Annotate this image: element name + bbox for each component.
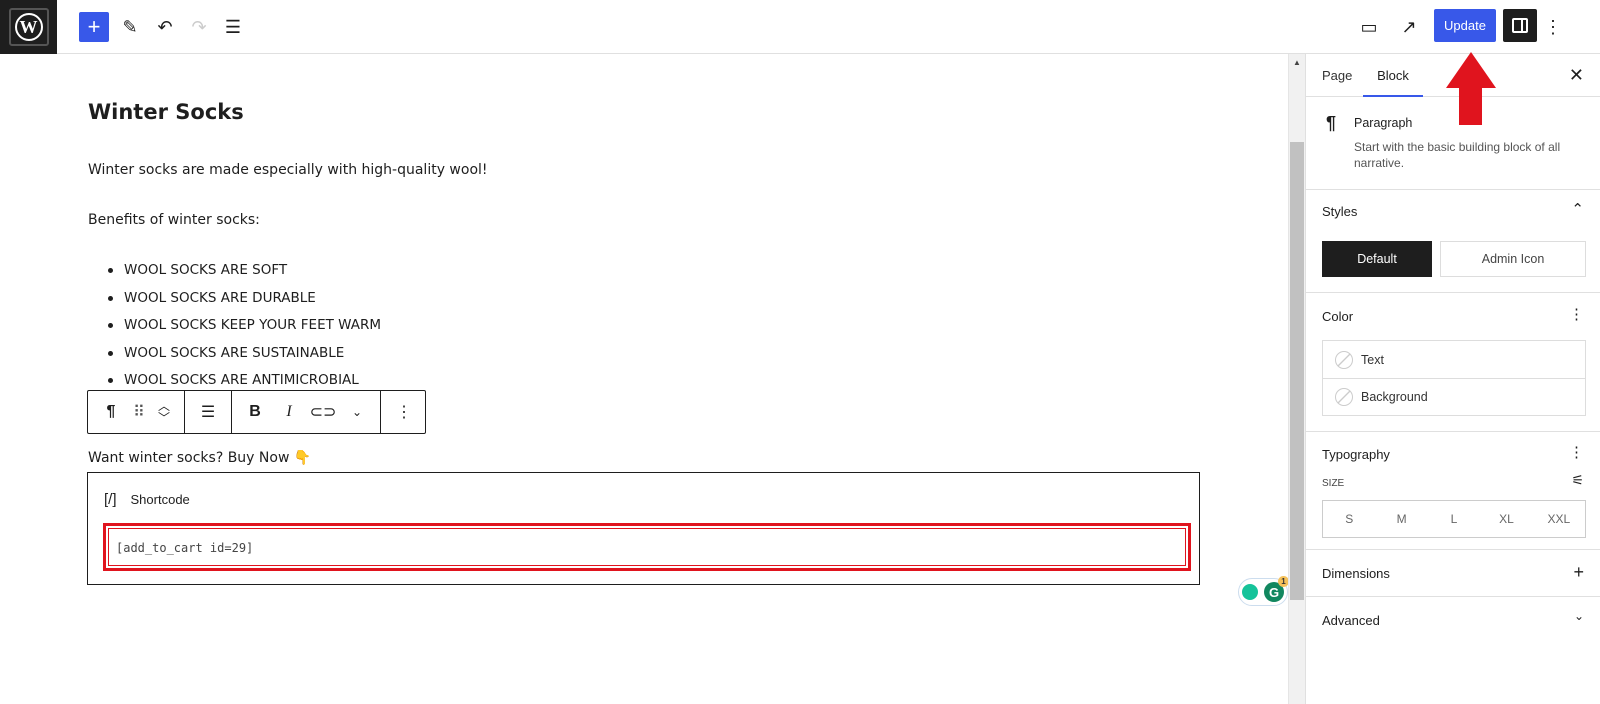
- align-left-icon[interactable]: ☰: [191, 402, 225, 422]
- color-background-item[interactable]: Background: [1323, 378, 1585, 415]
- grammarly-widget[interactable]: G1: [1238, 576, 1289, 606]
- shortcode-input[interactable]: [add_to_cart id=29]: [103, 523, 1191, 571]
- paragraph-icon: ¶: [1326, 113, 1337, 133]
- style-default-button[interactable]: Default: [1322, 241, 1432, 277]
- shortcode-block[interactable]: [/] Shortcode [add_to_cart id=29]: [87, 472, 1200, 585]
- pencil-icon: ✎: [122, 16, 138, 37]
- view-page-button[interactable]: ↗: [1396, 12, 1422, 42]
- link-icon[interactable]: ⊂⊃: [306, 402, 340, 422]
- font-size-picker: S M L XL XXL: [1322, 500, 1586, 538]
- preview-button[interactable]: ▭: [1356, 12, 1382, 42]
- more-vertical-icon: ⋮: [1544, 16, 1562, 37]
- list-view-button[interactable]: ☰: [220, 12, 246, 42]
- tab-page[interactable]: Page: [1322, 54, 1352, 97]
- list-item: WOOL SOCKS ARE DURABLE: [106, 290, 381, 318]
- style-admin-icon-button[interactable]: Admin Icon: [1440, 241, 1586, 277]
- redo-icon: ↷: [191, 16, 207, 37]
- grammarly-icon[interactable]: G1: [1264, 576, 1289, 602]
- wordpress-logo-button[interactable]: W: [0, 0, 57, 54]
- more-options-icon[interactable]: ⋮: [387, 402, 421, 422]
- color-panel-title: Color: [1322, 309, 1354, 324]
- lightbulb-icon[interactable]: [1242, 584, 1258, 600]
- italic-button[interactable]: I: [272, 403, 306, 421]
- add-block-button[interactable]: +: [79, 12, 109, 42]
- custom-size-icon[interactable]: ⚟: [1571, 472, 1584, 489]
- block-name: Paragraph: [1354, 116, 1413, 130]
- wordpress-icon: W: [14, 13, 43, 41]
- typography-options-icon[interactable]: ⋮: [1569, 443, 1584, 461]
- swatch-icon: [1335, 350, 1353, 369]
- close-icon: ✕: [1568, 65, 1584, 85]
- list-view-icon: ☰: [224, 16, 242, 37]
- sidebar-toggle-icon: [1512, 18, 1528, 33]
- top-toolbar: W + ✎ ↶ ↷ ☰ ▭ ↗ Update ⋮: [0, 0, 1600, 54]
- chevron-down-icon[interactable]: ⌄: [1574, 609, 1584, 623]
- chevron-up-icon[interactable]: ⌃: [1571, 200, 1584, 218]
- shortcode-label: Shortcode: [130, 492, 190, 507]
- styles-panel-title[interactable]: Styles: [1322, 204, 1357, 219]
- size-xl[interactable]: XL: [1480, 501, 1532, 537]
- bold-button[interactable]: B: [238, 403, 272, 421]
- dimensions-panel-title[interactable]: Dimensions: [1322, 566, 1390, 581]
- paragraph-block[interactable]: Want winter socks? Buy Now 👇: [88, 450, 311, 466]
- list-item: WOOL SOCKS ARE SUSTAINABLE: [106, 345, 381, 373]
- move-up-down-icon[interactable]: ︿ ﹀: [150, 400, 178, 424]
- heading-block[interactable]: Winter Socks: [88, 100, 244, 124]
- list-item: WOOL SOCKS KEEP YOUR FEET WARM: [106, 317, 381, 345]
- benefits-list[interactable]: WOOL SOCKS ARE SOFT WOOL SOCKS ARE DURAB…: [106, 262, 381, 400]
- options-button[interactable]: ⋮: [1544, 12, 1562, 42]
- close-sidebar-button[interactable]: ✕: [1569, 54, 1584, 97]
- size-s[interactable]: S: [1323, 501, 1375, 537]
- block-toolbar: ¶ ⠿ ︿ ﹀ ☰ B I ⊂⊃ ⌄ ⋮: [87, 390, 426, 434]
- advanced-panel-title[interactable]: Advanced: [1322, 613, 1380, 628]
- settings-sidebar: Page Block ✕ ¶ Paragraph Start with the …: [1305, 54, 1600, 704]
- swatch-icon: [1335, 388, 1353, 406]
- color-options-icon[interactable]: ⋮: [1569, 305, 1584, 323]
- size-l[interactable]: L: [1428, 501, 1480, 537]
- list-item: WOOL SOCKS ARE SOFT: [106, 262, 381, 290]
- typography-panel-title: Typography: [1322, 447, 1390, 462]
- size-m[interactable]: M: [1375, 501, 1427, 537]
- undo-button[interactable]: ↶: [152, 12, 178, 42]
- tab-block[interactable]: Block: [1363, 54, 1423, 97]
- plus-icon[interactable]: +: [1573, 562, 1584, 583]
- shortcode-icon: [/]: [104, 491, 117, 508]
- undo-icon: ↶: [157, 16, 173, 37]
- update-button[interactable]: Update: [1434, 9, 1496, 42]
- drag-handle-icon[interactable]: ⠿: [128, 402, 150, 422]
- plus-icon: +: [87, 14, 101, 39]
- red-arrow-annotation: [1446, 52, 1496, 125]
- paragraph-block[interactable]: Benefits of winter socks:: [88, 212, 260, 228]
- paragraph-icon[interactable]: ¶: [94, 403, 128, 421]
- tools-button[interactable]: ✎: [117, 12, 143, 42]
- color-settings: Text Background: [1322, 340, 1586, 416]
- block-description: Start with the basic building block of a…: [1354, 140, 1561, 170]
- redo-button[interactable]: ↷: [186, 12, 212, 42]
- size-xxl[interactable]: XXL: [1533, 501, 1585, 537]
- desktop-preview-icon: ▭: [1360, 16, 1378, 37]
- settings-toggle-button[interactable]: [1503, 9, 1537, 42]
- scrollbar-thumb[interactable]: [1290, 142, 1304, 600]
- scroll-up-icon[interactable]: ▲: [1293, 58, 1301, 67]
- external-link-icon: ↗: [1401, 16, 1417, 37]
- chevron-down-icon[interactable]: ⌄: [340, 405, 374, 419]
- size-label: SIZE: [1322, 478, 1345, 489]
- paragraph-block[interactable]: Winter socks are made especially with hi…: [88, 162, 488, 178]
- color-text-item[interactable]: Text: [1323, 341, 1585, 378]
- editor-scrollbar[interactable]: ▲: [1288, 54, 1305, 704]
